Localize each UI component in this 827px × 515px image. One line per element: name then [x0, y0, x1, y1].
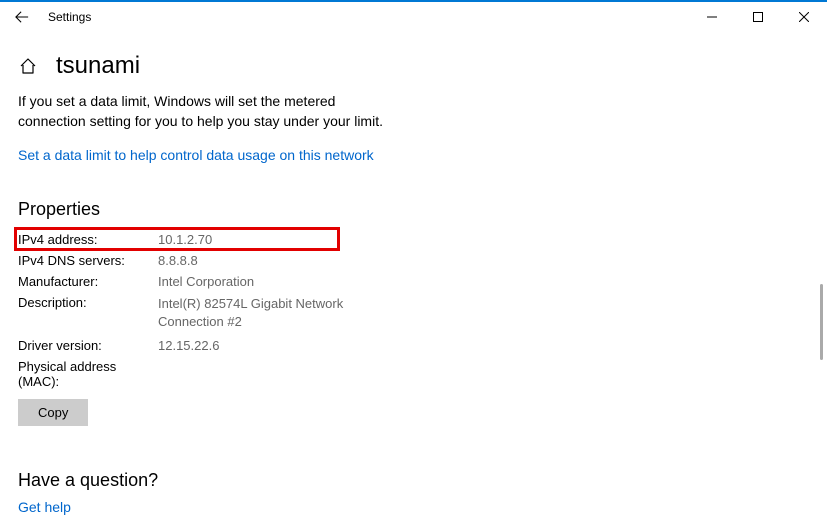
data-limit-description: If you set a data limit, Windows will se… [18, 92, 398, 131]
prop-value-mac [158, 359, 358, 389]
back-button[interactable] [10, 5, 34, 29]
minimize-button[interactable] [689, 2, 735, 32]
prop-label-dns: IPv4 DNS servers: [18, 253, 158, 268]
prop-label-manufacturer: Manufacturer: [18, 274, 158, 289]
content-area: tsunami If you set a data limit, Windows… [0, 32, 827, 515]
prop-label-description: Description: [18, 295, 158, 331]
scrollbar-thumb[interactable] [820, 284, 823, 360]
window-controls [689, 2, 827, 32]
prop-label-mac: Physical address (MAC): [18, 359, 158, 389]
prop-label-ipv4: IPv4 address: [18, 232, 158, 247]
minimize-icon [707, 12, 717, 22]
maximize-icon [753, 12, 763, 22]
page-header: tsunami [18, 52, 809, 80]
prop-value-manufacturer: Intel Corporation [158, 274, 358, 289]
close-button[interactable] [781, 2, 827, 32]
back-arrow-icon [15, 10, 29, 24]
window-title: Settings [48, 10, 91, 24]
prop-value-driver: 12.15.22.6 [158, 338, 358, 353]
prop-value-ipv4: 10.1.2.70 [158, 232, 358, 247]
data-limit-link[interactable]: Set a data limit to help control data us… [18, 147, 374, 163]
maximize-button[interactable] [735, 2, 781, 32]
properties-heading: Properties [18, 199, 809, 220]
prop-value-description: Intel(R) 82574L Gigabit Network Connecti… [158, 295, 358, 331]
prop-label-driver: Driver version: [18, 338, 158, 353]
page-title: tsunami [56, 52, 140, 80]
properties-table: IPv4 address: 10.1.2.70 IPv4 DNS servers… [18, 232, 809, 388]
question-heading: Have a question? [18, 470, 809, 491]
home-icon[interactable] [18, 56, 38, 76]
get-help-link[interactable]: Get help [18, 499, 71, 515]
prop-value-dns: 8.8.8.8 [158, 253, 358, 268]
close-icon [799, 12, 809, 22]
copy-button[interactable]: Copy [18, 399, 88, 426]
